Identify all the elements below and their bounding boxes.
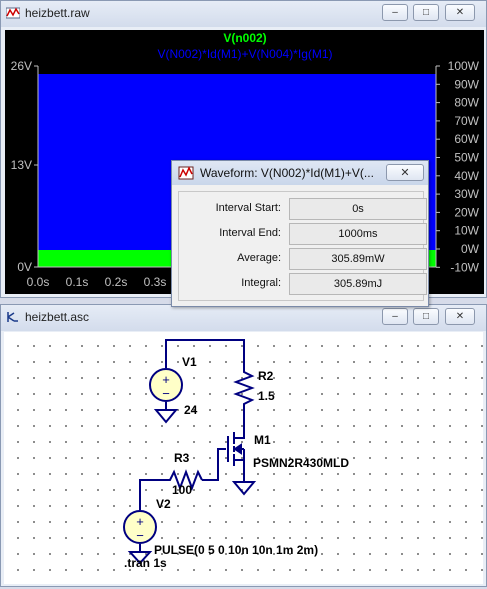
schematic-canvas[interactable]: + − V1 24 R2 1.5 M1 PSMN2R430MLD R3 100 …: [4, 332, 483, 584]
x-tick-label: 0.1s: [66, 275, 89, 289]
waveform-icon: [6, 7, 20, 19]
dialog-titlebar[interactable]: Waveform: V(N002)*Id(M1)+V(... ✕: [172, 161, 428, 185]
resistor-r2[interactable]: [233, 366, 255, 406]
r2-name[interactable]: R2: [258, 369, 274, 383]
ground-icon: [231, 481, 257, 496]
dialog-title: Waveform: V(N002)*Id(M1)+V(...: [200, 166, 374, 180]
r3-value[interactable]: 100: [172, 483, 192, 497]
dialog-body: Interval Start: 0s Interval End: 1000ms …: [178, 191, 427, 301]
right-tick-label: 50W: [454, 151, 479, 165]
ground-icon: [153, 409, 179, 424]
v2-value[interactable]: PULSE(0 5 0 10n 10n 1m 2m): [154, 543, 318, 557]
x-tick-label: 0.2s: [105, 275, 128, 289]
right-tick-label: 20W: [454, 205, 479, 219]
waveform-measurement-dialog: Waveform: V(N002)*Id(M1)+V(... ✕ Interva…: [171, 160, 429, 307]
waveform-titlebar[interactable]: heizbett.raw – □ ✕: [1, 1, 486, 27]
trace-label-power[interactable]: V(N002)*Id(M1)+V(N004)*Ig(M1): [157, 47, 332, 61]
svg-text:−: −: [136, 528, 144, 543]
interval-start-label: Interval Start:: [215, 202, 281, 214]
integral-label: Integral:: [241, 277, 281, 289]
left-tick-label: 0V: [17, 260, 32, 274]
right-tick-label: 10W: [454, 224, 479, 238]
waveform-icon: [178, 166, 194, 180]
right-tick-label: -10W: [450, 260, 479, 274]
minimize-button[interactable]: –: [382, 308, 408, 325]
schematic-icon: [7, 312, 18, 322]
minimize-button[interactable]: –: [382, 4, 408, 21]
wire-drain[interactable]: [240, 416, 245, 439]
svg-text:+: +: [136, 514, 144, 529]
right-tick-label: 40W: [454, 169, 479, 183]
v2-name[interactable]: V2: [156, 497, 171, 511]
voltage-source-v2[interactable]: + −: [123, 510, 157, 544]
x-tick-label: 0.3s: [144, 275, 167, 289]
interval-start-value: 0s: [289, 198, 427, 220]
v1-value[interactable]: 24: [184, 403, 198, 417]
average-label: Average:: [237, 252, 281, 264]
close-button[interactable]: ✕: [445, 308, 475, 325]
interval-end-value: 1000ms: [289, 223, 427, 245]
average-value: 305.89mW: [289, 248, 427, 270]
right-tick-label: 80W: [454, 96, 479, 110]
x-tick-label: 0.0s: [27, 275, 50, 289]
integral-value: 305.89mJ: [289, 273, 427, 295]
restore-button[interactable]: □: [413, 4, 439, 21]
right-tick-label: 70W: [454, 114, 479, 128]
wire-source[interactable]: [240, 459, 245, 482]
r3-name[interactable]: R3: [174, 451, 190, 465]
svg-text:−: −: [162, 386, 170, 401]
interval-end-label: Interval End:: [219, 227, 281, 239]
right-axis-ticks: 100W 90W 80W 70W 60W 50W 40W 30W 20W 10W 0W -10W: [436, 59, 480, 274]
schematic-titlebar[interactable]: heizbett.asc – □ ✕: [1, 305, 486, 331]
restore-button[interactable]: □: [413, 308, 439, 325]
right-tick-label: 100W: [448, 59, 480, 73]
left-tick-label: 26V: [11, 59, 32, 73]
right-tick-label: 30W: [454, 187, 479, 201]
waveform-window-title: heizbett.raw: [25, 6, 90, 20]
right-tick-label: 0W: [461, 242, 480, 256]
r2-value[interactable]: 1.5: [258, 389, 275, 403]
close-button[interactable]: ✕: [445, 4, 475, 21]
left-tick-label: 13V: [11, 158, 32, 172]
dialog-close-button[interactable]: ✕: [386, 164, 424, 181]
v1-name[interactable]: V1: [182, 355, 197, 369]
svg-text:+: +: [162, 372, 170, 387]
right-tick-label: 90W: [454, 77, 479, 91]
wire-top[interactable]: [165, 339, 245, 368]
tran-directive[interactable]: .tran 1s: [124, 556, 167, 570]
right-tick-label: 60W: [454, 132, 479, 146]
circuit-diagram[interactable]: + − V1 24 R2 1.5 M1 PSMN2R430MLD R3 100 …: [4, 332, 483, 584]
wire-gate[interactable]: [202, 448, 226, 481]
m1-value[interactable]: PSMN2R430MLD: [253, 456, 349, 470]
trace-label-voltage[interactable]: V(n002): [223, 31, 266, 45]
schematic-window-title: heizbett.asc: [25, 310, 90, 324]
voltage-source-v1[interactable]: + −: [149, 368, 183, 402]
m1-name[interactable]: M1: [254, 433, 271, 447]
